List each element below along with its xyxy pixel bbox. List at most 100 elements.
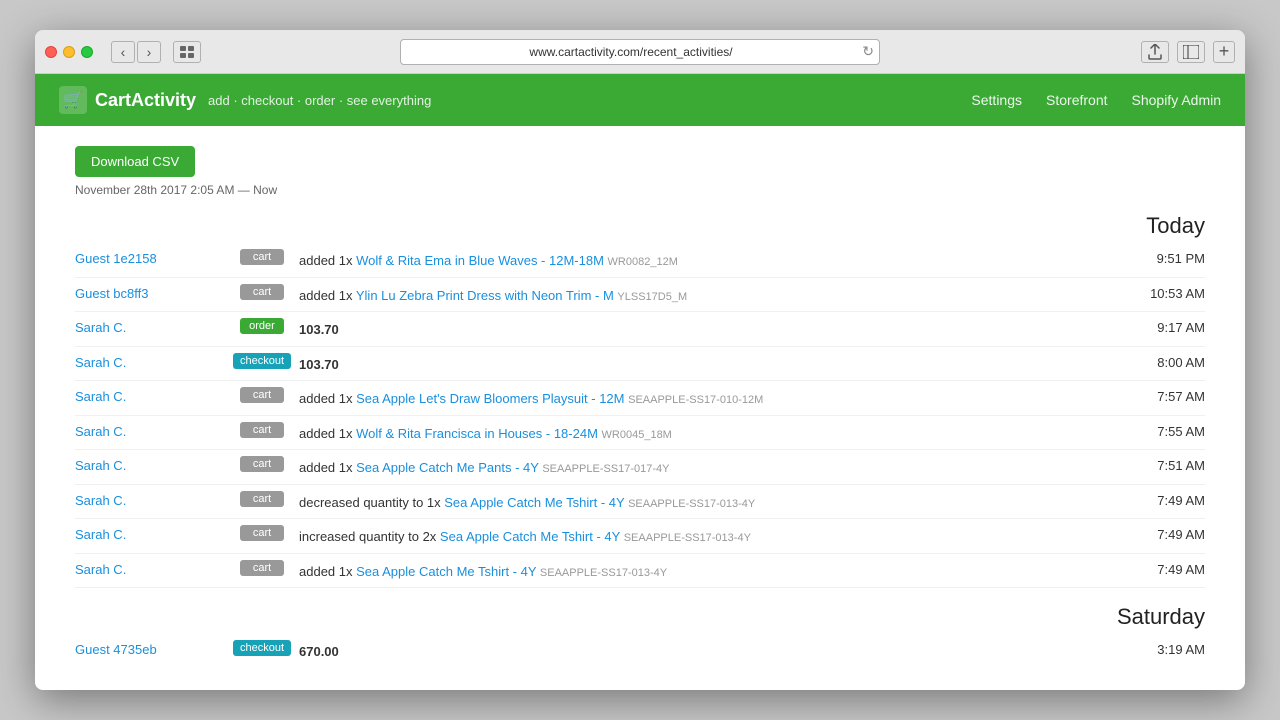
back-button[interactable]: ‹ — [111, 41, 135, 63]
forward-button[interactable]: › — [137, 41, 161, 63]
product-link[interactable]: Sea Apple Catch Me Tshirt - 4Y — [440, 529, 620, 544]
cart-badge: cart — [240, 284, 284, 300]
activity-description: added 1x Wolf & Rita Ema in Blue Waves -… — [299, 249, 1125, 271]
reload-button[interactable]: ↻ — [862, 43, 874, 60]
activity-description: added 1x Sea Apple Catch Me Pants - 4Y S… — [299, 456, 1125, 478]
badge-col: cart — [235, 249, 299, 265]
table-row: Sarah C. cart decreased quantity to 1x S… — [75, 485, 1205, 520]
share-button[interactable] — [1141, 41, 1169, 63]
activity-time: 10:53 AM — [1125, 284, 1205, 301]
activity-description: 103.70 — [299, 318, 1125, 340]
activity-time: 7:55 AM — [1125, 422, 1205, 439]
checkout-badge: checkout — [233, 640, 291, 656]
product-link[interactable]: Sea Apple Catch Me Tshirt - 4Y — [444, 495, 624, 510]
activity-time: 3:19 AM — [1125, 640, 1205, 657]
app-tagline: add · checkout · order · see everything — [208, 93, 431, 108]
activity-time: 7:57 AM — [1125, 387, 1205, 404]
product-link[interactable]: Wolf & Rita Francisca in Houses - 18-24M — [356, 426, 598, 441]
address-bar: ↻ — [400, 39, 880, 65]
traffic-lights — [45, 46, 93, 58]
titlebar: ‹ › ↻ + — [35, 30, 1245, 74]
activity-description: added 1x Wolf & Rita Francisca in Houses… — [299, 422, 1125, 444]
shopify-admin-link[interactable]: Shopify Admin — [1132, 92, 1222, 108]
activity-description: 103.70 — [299, 353, 1125, 375]
customer-link[interactable]: Sarah C. — [75, 318, 235, 335]
customer-link[interactable]: Guest bc8ff3 — [75, 284, 235, 301]
customer-link[interactable]: Sarah C. — [75, 422, 235, 439]
cart-badge: cart — [240, 491, 284, 507]
tab-overview-button[interactable] — [173, 41, 201, 63]
product-link[interactable]: Wolf & Rita Ema in Blue Waves - 12M-18M — [356, 253, 604, 268]
badge-col: cart — [235, 422, 299, 438]
customer-link[interactable]: Guest 1e2158 — [75, 249, 235, 266]
fullscreen-button[interactable] — [81, 46, 93, 58]
activity-description: added 1x Sea Apple Let's Draw Bloomers P… — [299, 387, 1125, 409]
table-row: Sarah C. cart added 1x Sea Apple Catch M… — [75, 554, 1205, 589]
table-row: Sarah C. cart added 1x Sea Apple Let's D… — [75, 381, 1205, 416]
activity-description: increased quantity to 2x Sea Apple Catch… — [299, 525, 1125, 547]
cart-badge: cart — [240, 422, 284, 438]
customer-link[interactable]: Sarah C. — [75, 353, 235, 370]
cart-badge: cart — [240, 456, 284, 472]
storefront-link[interactable]: Storefront — [1046, 92, 1107, 108]
product-link[interactable]: Sea Apple Catch Me Pants - 4Y — [356, 460, 539, 475]
activity-description: decreased quantity to 1x Sea Apple Catch… — [299, 491, 1125, 513]
activity-time: 9:51 PM — [1125, 249, 1205, 266]
checkout-badge: checkout — [233, 353, 291, 369]
product-link[interactable]: Sea Apple Let's Draw Bloomers Playsuit -… — [356, 391, 624, 406]
app-name: CartActivity — [95, 90, 196, 111]
download-csv-button[interactable]: Download CSV — [75, 146, 195, 177]
logo-icon: 🛒 — [59, 86, 87, 114]
sidebar-button[interactable] — [1177, 41, 1205, 63]
badge-col: checkout — [235, 353, 299, 369]
activity-time: 7:49 AM — [1125, 560, 1205, 577]
settings-link[interactable]: Settings — [971, 92, 1022, 108]
table-row: Sarah C. cart added 1x Sea Apple Catch M… — [75, 450, 1205, 485]
table-row: Guest 1e2158 cart added 1x Wolf & Rita E… — [75, 243, 1205, 278]
cart-badge: cart — [240, 249, 284, 265]
table-row: Sarah C. checkout 103.70 8:00 AM — [75, 347, 1205, 382]
table-row: Sarah C. order 103.70 9:17 AM — [75, 312, 1205, 347]
table-row: Guest bc8ff3 cart added 1x Ylin Lu Zebra… — [75, 278, 1205, 313]
badge-col: cart — [235, 491, 299, 507]
cart-badge: cart — [240, 387, 284, 403]
badge-col: checkout — [235, 640, 299, 656]
new-tab-button[interactable]: + — [1213, 41, 1235, 63]
customer-link[interactable]: Sarah C. — [75, 560, 235, 577]
badge-col: cart — [235, 284, 299, 300]
product-link[interactable]: Sea Apple Catch Me Tshirt - 4Y — [356, 564, 536, 579]
app-header: 🛒 CartActivity add · checkout · order · … — [35, 74, 1245, 126]
table-row: Guest 4735eb checkout 670.00 3:19 AM — [75, 634, 1205, 668]
customer-link[interactable]: Sarah C. — [75, 387, 235, 404]
url-input[interactable] — [400, 39, 880, 65]
close-button[interactable] — [45, 46, 57, 58]
product-link[interactable]: Ylin Lu Zebra Print Dress with Neon Trim… — [356, 288, 614, 303]
activity-time: 7:49 AM — [1125, 525, 1205, 542]
customer-link[interactable]: Sarah C. — [75, 456, 235, 473]
customer-link[interactable]: Sarah C. — [75, 491, 235, 508]
app-logo: 🛒 CartActivity add · checkout · order · … — [59, 86, 431, 114]
badge-col: cart — [235, 525, 299, 541]
customer-link[interactable]: Sarah C. — [75, 525, 235, 542]
order-badge: order — [240, 318, 284, 334]
table-row: Sarah C. cart increased quantity to 2x S… — [75, 519, 1205, 554]
minimize-button[interactable] — [63, 46, 75, 58]
activity-time: 7:51 AM — [1125, 456, 1205, 473]
nav-buttons: ‹ › — [111, 41, 161, 63]
activity-time: 9:17 AM — [1125, 318, 1205, 335]
customer-link[interactable]: Guest 4735eb — [75, 640, 235, 657]
cart-badge: cart — [240, 560, 284, 576]
activity-time: 8:00 AM — [1125, 353, 1205, 370]
activity-description: 670.00 — [299, 640, 1125, 662]
cart-badge: cart — [240, 525, 284, 541]
browser-window: ‹ › ↻ + 🛒 CartActivity add · checkout · … — [35, 30, 1245, 690]
badge-col: cart — [235, 560, 299, 576]
titlebar-right: + — [1141, 41, 1235, 63]
date-range: November 28th 2017 2:05 AM — Now — [75, 183, 1205, 197]
badge-col: cart — [235, 456, 299, 472]
saturday-section-header: Saturday — [75, 604, 1205, 630]
activity-time: 7:49 AM — [1125, 491, 1205, 508]
activity-description: added 1x Sea Apple Catch Me Tshirt - 4Y … — [299, 560, 1125, 582]
today-section-header: Today — [75, 213, 1205, 239]
header-nav: Settings Storefront Shopify Admin — [971, 92, 1221, 108]
